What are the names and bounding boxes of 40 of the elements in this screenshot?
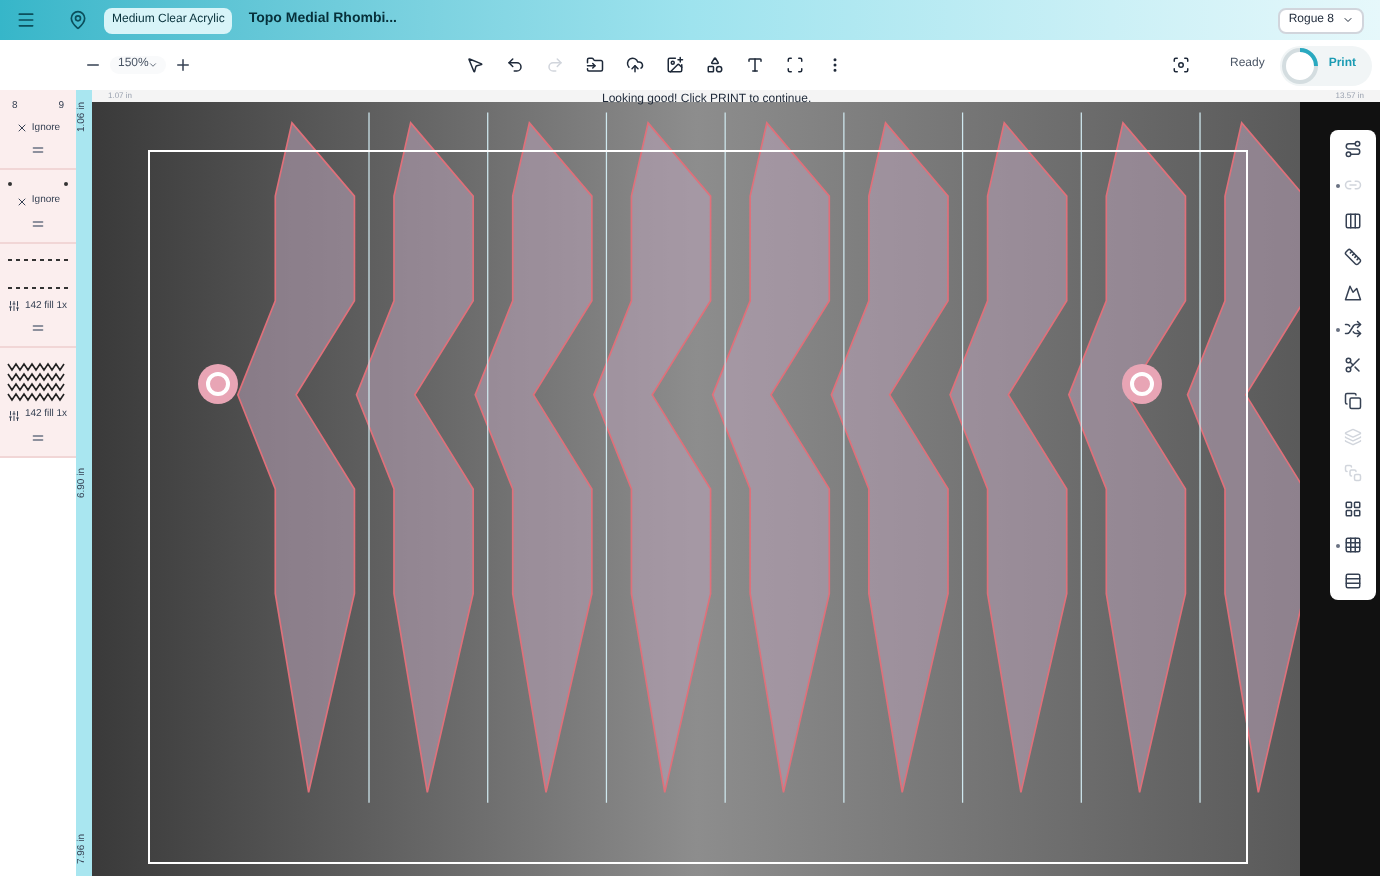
copy-icon[interactable] — [1344, 392, 1362, 410]
menu-icon[interactable] — [16, 10, 36, 30]
scan-icon[interactable] — [785, 56, 804, 74]
tool-button[interactable] — [1336, 536, 1362, 554]
dashed-lines-icon — [6, 253, 70, 293]
close-icon — [15, 195, 28, 208]
folder-icon[interactable] — [585, 56, 604, 74]
chevron-down-icon — [1342, 14, 1354, 26]
zigzag-pattern-icon — [6, 358, 70, 402]
close-icon — [15, 122, 28, 135]
shuffle-icon[interactable] — [1344, 320, 1362, 338]
path-icon[interactable] — [1344, 140, 1362, 158]
progress-ring-icon — [1280, 45, 1321, 85]
pointer-icon[interactable] — [465, 56, 484, 74]
sliders-icon — [8, 300, 21, 313]
selection-frame[interactable] — [148, 150, 1248, 864]
drag-handle-icon[interactable] — [30, 429, 46, 445]
undo-icon[interactable] — [505, 56, 524, 74]
grid-icon[interactable] — [1344, 500, 1362, 518]
mountain-icon[interactable] — [1344, 284, 1362, 302]
drag-handle-icon[interactable] — [30, 320, 46, 336]
pin-logo-icon[interactable] — [68, 10, 88, 30]
text-icon[interactable] — [745, 56, 764, 74]
focus-icon[interactable] — [1171, 56, 1190, 74]
scissors-icon[interactable] — [1344, 356, 1362, 374]
zoom-in-icon[interactable] — [174, 56, 193, 74]
image-icon[interactable] — [665, 56, 684, 74]
ruler-icon[interactable] — [1344, 248, 1362, 266]
shapes-icon[interactable] — [705, 56, 724, 74]
tool-button[interactable] — [1336, 320, 1362, 338]
rows-icon[interactable] — [1344, 572, 1362, 590]
chevron-down-icon — [148, 60, 159, 70]
drag-handle-icon[interactable] — [30, 215, 46, 231]
pin-marker-icon — [1120, 362, 1164, 406]
sliders-icon — [8, 409, 21, 422]
table-icon[interactable] — [1344, 536, 1362, 554]
drag-handle-icon[interactable] — [30, 142, 46, 158]
columns-icon[interactable] — [1344, 212, 1362, 230]
pin-marker-icon — [196, 362, 240, 406]
cloud-upload-icon[interactable] — [625, 56, 644, 74]
